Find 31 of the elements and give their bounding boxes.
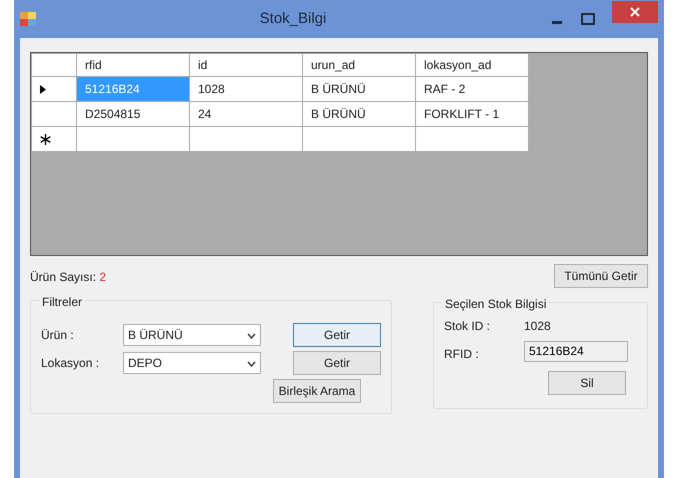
stock-id-label: Stok ID : [444, 318, 492, 335]
table-cell[interactable]: 1028 [190, 76, 302, 102]
table-cell[interactable]: B ÜRÜNÜ [302, 76, 416, 102]
delete-button[interactable]: Sil [548, 371, 626, 395]
table-cell[interactable]: B ÜRÜNÜ [302, 102, 416, 126]
stock-id-value: 1028 [524, 318, 551, 335]
maximize-icon[interactable] [580, 12, 596, 26]
count-value: 2 [99, 270, 106, 284]
filter-label: Lokasyon : [41, 355, 100, 372]
rfid-label: RFID : [444, 346, 480, 363]
filter-label: Ürün : [41, 327, 75, 344]
table-cell[interactable]: FORKLIFT - 1 [416, 102, 528, 126]
dropdown-field[interactable]: B ÜRÜNÜ [123, 324, 261, 346]
row-header[interactable] [32, 76, 76, 102]
app-icon [20, 12, 36, 26]
close-icon[interactable] [612, 1, 658, 23]
fetch-button[interactable]: Getir [293, 351, 381, 375]
combined-search-button[interactable]: Birleşik Arama [273, 379, 361, 403]
table-cell[interactable]: 24 [190, 102, 302, 126]
column-header[interactable]: lokasyon_ad [416, 54, 528, 76]
column-header[interactable]: id [190, 54, 302, 76]
fetch-button[interactable]: Getir [293, 323, 381, 347]
window-title: Stok_Bilgi [258, 8, 328, 29]
column-header[interactable]: rfid [76, 54, 190, 76]
show-all-button[interactable]: Tümünü Getir [554, 264, 648, 288]
column-header[interactable]: urun_ad [302, 54, 416, 76]
count-label: Ürün Sayısı: [30, 270, 96, 284]
table-cell[interactable]: RAF - 2 [416, 76, 528, 102]
rfid-field[interactable]: 51216B24 [524, 340, 628, 362]
dropdown-field[interactable]: DEPO [123, 352, 261, 374]
table-cell[interactable]: D2504815 [76, 102, 190, 126]
